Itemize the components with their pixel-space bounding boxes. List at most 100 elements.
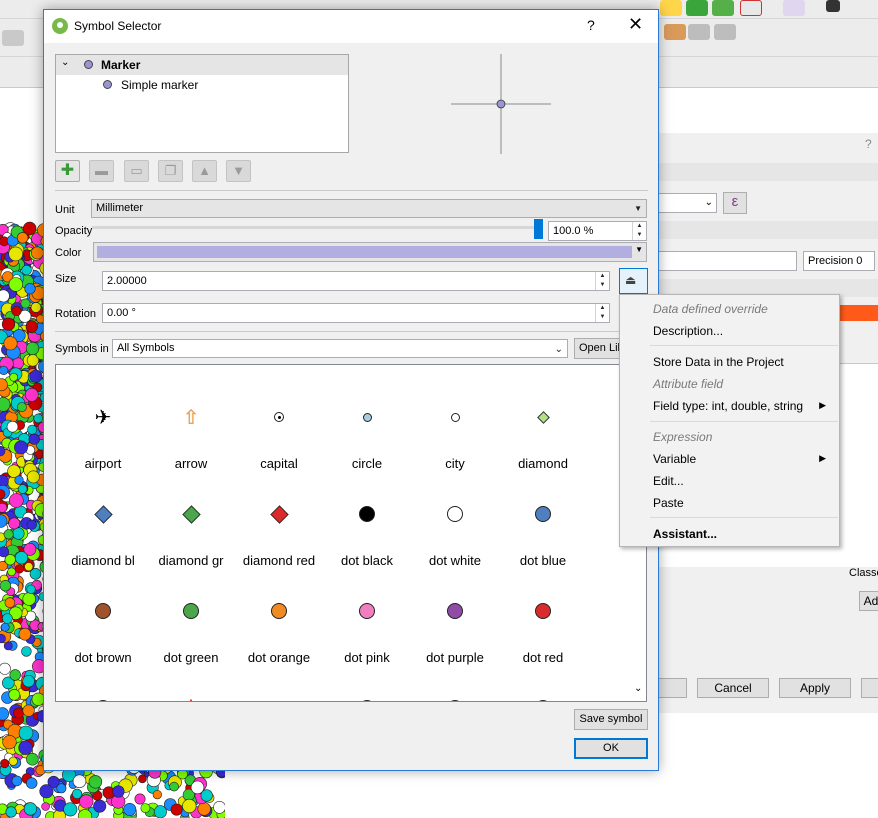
- profile-icon[interactable]: [783, 0, 805, 16]
- symbol-item[interactable]: dot green: [147, 574, 235, 671]
- opacity-slider-handle[interactable]: [534, 219, 543, 239]
- data-defined-override-button[interactable]: ⏏: [619, 268, 648, 294]
- symbol-item[interactable]: dot blue: [499, 477, 587, 574]
- symbol-item[interactable]: dot white: [411, 477, 499, 574]
- map-feature-point: [1, 317, 16, 331]
- symbol-item[interactable]: [235, 671, 323, 701]
- bg-expression-button[interactable]: ε: [723, 192, 747, 214]
- menu-item-field-type[interactable]: Field type: int, double, string: [653, 399, 803, 413]
- symbol-item[interactable]: circle: [323, 380, 411, 477]
- rotation-spinner[interactable]: 0.00 ° ▲ ▼: [102, 303, 610, 323]
- symbol-item[interactable]: ✸: [147, 671, 235, 701]
- map-feature-point: [22, 592, 36, 606]
- symbol-item[interactable]: [411, 671, 499, 701]
- symbol-item[interactable]: dot brown: [59, 574, 147, 671]
- opacity-slider-track[interactable]: [92, 226, 540, 229]
- symbol-item[interactable]: [499, 671, 587, 701]
- symbol-grid[interactable]: ✈ airport ⇧ arrow capital circle city diamond di…: [55, 364, 647, 702]
- menu-item-description[interactable]: Description...: [653, 324, 723, 338]
- dialog-title: Symbol Selector: [74, 19, 162, 33]
- shape-icon[interactable]: [686, 0, 708, 16]
- camera-icon[interactable]: [826, 0, 840, 12]
- map-feature-point: [22, 674, 35, 688]
- unit-select[interactable]: Millimeter ▼: [91, 199, 647, 218]
- menu-item-edit[interactable]: Edit...: [653, 474, 684, 488]
- close-button[interactable]: ✕: [628, 14, 643, 35]
- bg-cancel-button[interactable]: Cancel: [697, 678, 769, 698]
- spin-arrows-icon[interactable]: ▲ ▼: [595, 304, 609, 322]
- ok-button[interactable]: OK: [574, 738, 648, 759]
- symbol-item[interactable]: dot black: [323, 477, 411, 574]
- map-feature-point: [27, 470, 40, 484]
- symbol-preview-icon: [59, 599, 147, 623]
- vertex-tool-icon[interactable]: [2, 30, 24, 46]
- symbol-item[interactable]: diamond red: [235, 477, 323, 574]
- move-up-icon[interactable]: ▲: [192, 160, 217, 182]
- symbol-preview-icon: ✈: [94, 406, 112, 429]
- chevron-down-icon[interactable]: ⌄: [634, 683, 642, 694]
- tree-item-simple-marker[interactable]: Simple marker: [56, 75, 348, 95]
- help-button[interactable]: ?: [587, 17, 595, 33]
- map-feature-point: [8, 493, 24, 508]
- map-feature-point: [0, 502, 8, 513]
- symbol-name: diamond red: [242, 553, 316, 568]
- symbol-item[interactable]: capital: [235, 380, 323, 477]
- symbol-item[interactable]: dot orange: [235, 574, 323, 671]
- symbol-preview-icon: ✸: [147, 695, 235, 701]
- map-feature-point: [14, 551, 29, 565]
- save-symbol-button[interactable]: Save symbol: [574, 709, 648, 730]
- symbol-group-select[interactable]: All Symbols ⌄: [112, 339, 568, 358]
- map-feature-point: [20, 298, 31, 309]
- symbol-preview-icon: [59, 502, 147, 526]
- digitize-icon[interactable]: [664, 24, 686, 40]
- map-feature-point: [123, 802, 137, 816]
- lock-layer-icon[interactable]: ▭: [124, 160, 149, 182]
- map-feature-point: [27, 424, 38, 435]
- bg-apply-button[interactable]: Apply: [779, 678, 851, 698]
- symbol-preview-icon: [411, 599, 499, 623]
- duplicate-layer-icon[interactable]: ❐: [158, 160, 183, 182]
- symbol-preview-icon: [235, 696, 323, 701]
- plugin-icon[interactable]: [660, 0, 682, 16]
- spin-arrows-icon[interactable]: ▲ ▼: [632, 222, 646, 240]
- symbol-item[interactable]: diamond: [499, 380, 587, 477]
- symbol-item[interactable]: [59, 671, 147, 701]
- symbol-item[interactable]: dot purple: [411, 574, 499, 671]
- opacity-spinner[interactable]: 100.0 % ▲ ▼: [548, 221, 647, 241]
- map-feature-point: [71, 788, 83, 800]
- bg-legend-format-input[interactable]: [639, 251, 797, 271]
- bg-precision-spinner[interactable]: Precision 0: [803, 251, 875, 271]
- color-button[interactable]: ▼: [93, 242, 647, 262]
- symbol-preview-icon: [499, 696, 587, 701]
- menu-item-assistant[interactable]: Assistant...: [653, 527, 717, 541]
- symbol-layer-tree[interactable]: ⌄ Marker Simple marker: [55, 54, 349, 153]
- bg-help-button[interactable]: ?: [865, 137, 872, 151]
- symbol-name: dot brown: [74, 650, 132, 665]
- menu-item-store-data[interactable]: Store Data in the Project: [653, 355, 784, 369]
- symbol-item[interactable]: diamond gr: [147, 477, 235, 574]
- tree-item-marker[interactable]: ⌄ Marker: [56, 55, 348, 75]
- menu-item-variable[interactable]: Variable: [653, 452, 696, 466]
- remove-layer-icon[interactable]: ▬: [89, 160, 114, 182]
- symbol-item[interactable]: city: [411, 380, 499, 477]
- split-icon[interactable]: [688, 24, 710, 40]
- menu-item-paste[interactable]: Paste: [653, 496, 684, 510]
- chevron-down-icon[interactable]: ⌄: [61, 57, 69, 68]
- symbol-item[interactable]: diamond bl: [59, 477, 147, 574]
- move-down-icon[interactable]: ▼: [226, 160, 251, 182]
- map-feature-point: [24, 283, 36, 295]
- polygon-icon[interactable]: [712, 0, 734, 16]
- add-layer-icon[interactable]: ✚: [55, 160, 80, 182]
- map-feature-point: [25, 341, 40, 356]
- symbol-item[interactable]: dot pink: [323, 574, 411, 671]
- symbol-item[interactable]: [323, 671, 411, 701]
- graph-icon[interactable]: [740, 0, 762, 16]
- bg-help-button-bottom[interactable]: [861, 678, 878, 698]
- size-spinner[interactable]: 2.00000 ▲ ▼: [102, 271, 610, 291]
- symbol-item[interactable]: ⇧ arrow: [147, 380, 235, 477]
- node-icon[interactable]: [714, 24, 736, 40]
- bg-advanced-button[interactable]: Adv: [859, 591, 878, 611]
- symbol-item[interactable]: ✈ airport: [59, 380, 147, 477]
- symbol-item[interactable]: dot red: [499, 574, 587, 671]
- spin-arrows-icon[interactable]: ▲ ▼: [595, 272, 609, 290]
